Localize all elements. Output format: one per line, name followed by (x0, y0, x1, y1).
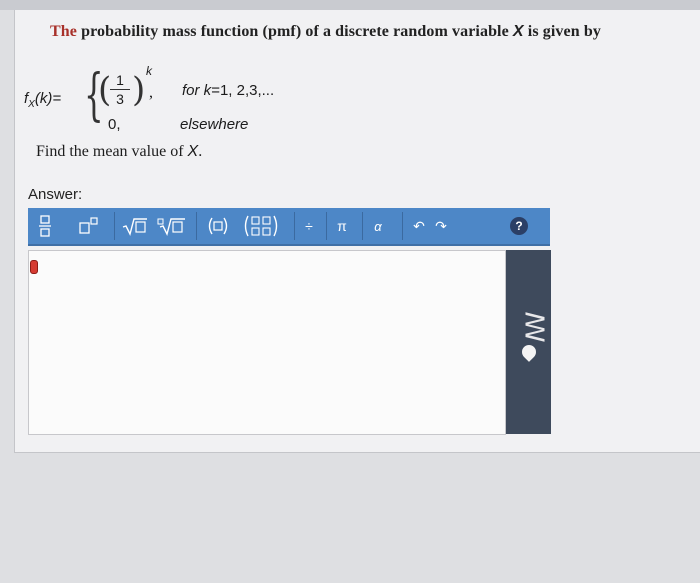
question-text: The probability mass function (pmf) of a… (50, 23, 601, 41)
alpha-icon[interactable]: α (368, 213, 388, 239)
pmf-comma: , (149, 84, 153, 101)
pmf-numerator: 1 (116, 72, 124, 88)
nthroot-icon[interactable] (156, 213, 188, 239)
handwriting-icon[interactable]: ꟿ (519, 311, 549, 342)
plus-minus-icon[interactable]: ÷ (300, 213, 318, 239)
question-body: probability mass function (pmf) of a dis… (76, 23, 513, 40)
question-tail: is given by (523, 23, 601, 40)
answer-input[interactable] (28, 250, 506, 435)
find-end: . (198, 143, 203, 160)
question-variable: X (512, 23, 524, 40)
matrix-icon[interactable] (242, 213, 288, 239)
toolbar-separator (114, 212, 115, 240)
pi-icon[interactable]: π (332, 213, 352, 239)
toolbar-separator (326, 212, 327, 240)
pmf-condition-1: for k=1, 2,3,... (182, 82, 274, 99)
handwriting-panel[interactable]: ꟿ (506, 250, 551, 434)
cond1-prefix: for k (182, 82, 212, 99)
top-rule (0, 0, 700, 10)
toolbar-separator (402, 212, 403, 240)
superscript-icon[interactable] (76, 213, 102, 239)
find-variable: X (187, 143, 199, 160)
cond1-values: =1, 2,3,... (211, 82, 275, 99)
fraction-bar (110, 89, 130, 90)
pmf-arg: (k)= (34, 90, 62, 107)
redo-icon[interactable]: ↷ (432, 213, 450, 239)
pmf-lhs: fX(k)= (24, 90, 61, 110)
pen-drop-icon (519, 342, 539, 362)
pmf-exponent: k (146, 64, 152, 78)
undo-icon[interactable]: ↶ (410, 213, 428, 239)
right-paren-icon: ) (132, 70, 146, 110)
toolbar-separator (196, 212, 197, 240)
find-prompt: Find the mean value of X. (36, 143, 202, 161)
pmf-zero: 0, (108, 116, 121, 133)
fraction-icon[interactable] (34, 213, 56, 239)
pmf-condition-2: elsewhere (180, 116, 249, 133)
pmf-denominator: 3 (116, 91, 124, 107)
pmf-subscript: X (28, 99, 35, 110)
question-lead: The (50, 23, 77, 40)
sqrt-icon[interactable] (120, 213, 150, 239)
parentheses-icon[interactable] (204, 213, 232, 239)
pmf-formula: fX(k)= { ( 1 3 ) k , for k=1, 2,3,... 0,… (24, 64, 344, 144)
answer-label: Answer: (28, 186, 83, 203)
help-icon[interactable]: ? (510, 217, 528, 235)
find-text: Find the mean value of (36, 143, 188, 160)
toolbar-separator (362, 212, 363, 240)
math-toolbar: ÷ π α ↶ ↷ ? (28, 208, 550, 246)
text-cursor-icon (30, 260, 38, 274)
toolbar-separator (294, 212, 295, 240)
pmf-fraction: 1 3 (110, 72, 130, 107)
